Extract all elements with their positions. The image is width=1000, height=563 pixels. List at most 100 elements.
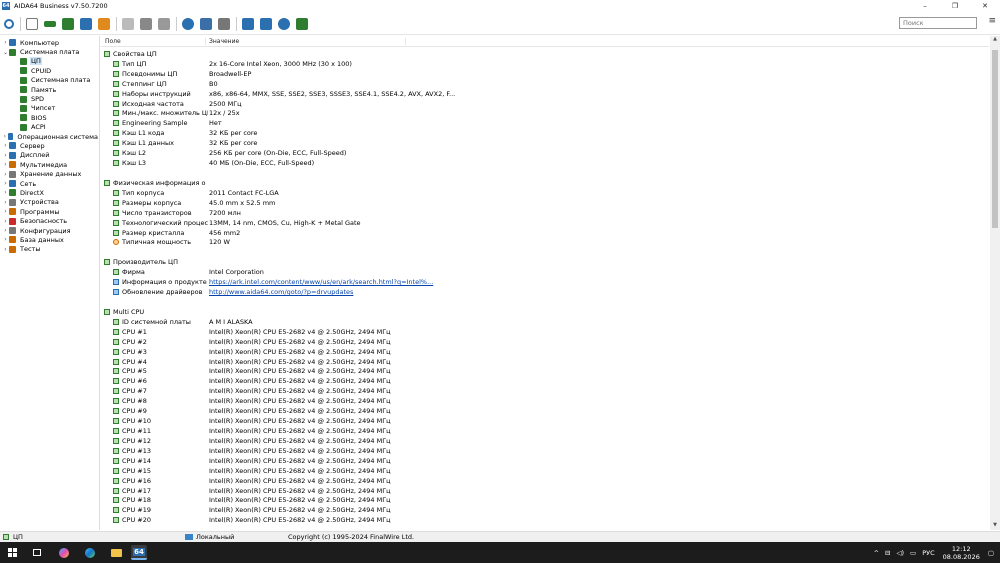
chevron-right-icon[interactable]: › [2, 142, 9, 149]
detail-row[interactable]: Кэш L2 256 КБ per core (On-Die, ECC, Full… [101, 148, 989, 158]
detail-row[interactable]: CPU #7 Intel(R) Xeon(R) CPU E5-2682 v4 @ … [101, 386, 989, 396]
notifications-icon[interactable]: ▢ [988, 549, 994, 557]
devices-icon[interactable] [80, 17, 92, 30]
monitor-icon[interactable] [242, 17, 254, 30]
update-arrow-icon[interactable] [260, 17, 272, 30]
tree-item[interactable]: CPUID [0, 66, 99, 75]
detail-row[interactable]: CPU #9 Intel(R) Xeon(R) CPU E5-2682 v4 @ … [101, 406, 989, 416]
tree-item[interactable]: › Компьютер [0, 38, 99, 47]
chevron-right-icon[interactable]: › [2, 208, 9, 215]
edge-button[interactable] [82, 545, 98, 560]
tree-item[interactable]: › Тесты [0, 245, 99, 254]
tree-item[interactable]: › Конфигурация [0, 226, 99, 235]
detail-row[interactable]: Обновление драйверов http://www.aida64.co… [101, 287, 989, 297]
detail-row[interactable]: Кэш L1 кода 32 КБ per core [101, 128, 989, 138]
detail-row[interactable]: CPU #18 Intel(R) Xeon(R) CPU E5-2682 v4 @… [101, 495, 989, 505]
tree-item[interactable]: › DirectX [0, 188, 99, 197]
detail-row[interactable]: Тип корпуса 2011 Contact FC-LGA [101, 188, 989, 198]
tree-item[interactable]: BIOS [0, 113, 99, 122]
column-value[interactable]: Значение [206, 37, 406, 45]
detail-row[interactable]: CPU #5 Intel(R) Xeon(R) CPU E5-2682 v4 @ … [101, 367, 989, 377]
detail-row[interactable]: CPU #1 Intel(R) Xeon(R) CPU E5-2682 v4 @ … [101, 327, 989, 337]
chevron-right-icon[interactable]: › [2, 152, 9, 159]
chevron-right-icon[interactable]: › [2, 161, 9, 168]
tree-item[interactable]: › Безопасность [0, 216, 99, 225]
tree-item[interactable]: › Операционная система [0, 132, 99, 141]
tree-item[interactable]: › База данных [0, 235, 99, 244]
detail-row[interactable]: Размеры корпуса 45.0 mm x 52.5 mm [101, 198, 989, 208]
detail-row[interactable]: CPU #15 Intel(R) Xeon(R) CPU E5-2682 v4 @… [101, 466, 989, 476]
network-tray-icon[interactable]: ⊟ [885, 549, 890, 557]
value-link[interactable]: https://ark.intel.com/content/www/us/en/… [208, 278, 433, 286]
menu-icon[interactable]: ≡ [988, 16, 996, 26]
cache-icon[interactable] [140, 17, 152, 30]
detail-row[interactable]: Тип ЦП 2x 16-Core Intel Xeon, 3000 MHz (3… [101, 59, 989, 69]
tree-item[interactable]: › Мультимедиа [0, 160, 99, 169]
chevron-right-icon[interactable]: › [2, 39, 9, 46]
section-header[interactable]: Свойства ЦП [101, 49, 989, 59]
network-globe-icon[interactable] [182, 17, 194, 30]
detail-row[interactable]: CPU #8 Intel(R) Xeon(R) CPU E5-2682 v4 @ … [101, 396, 989, 406]
detail-row[interactable]: CPU #12 Intel(R) Xeon(R) CPU E5-2682 v4 @… [101, 436, 989, 446]
detail-row[interactable]: Кэш L1 данных 32 КБ per core [101, 138, 989, 148]
detail-row[interactable]: Engineering Sample Нет [101, 118, 989, 128]
detail-row[interactable]: Псевдонимы ЦП Broadwell-EP [101, 69, 989, 79]
vertical-scrollbar[interactable]: ▲ ▼ [990, 36, 1000, 530]
detail-row[interactable]: ID системной платы A M I ALASKA [101, 317, 989, 327]
chevron-right-icon[interactable]: › [2, 171, 9, 178]
detail-row[interactable]: Наборы инструкций x86, x86-64, MMX, SSE, … [101, 89, 989, 99]
tools-icon[interactable] [98, 17, 110, 30]
sensor-icon[interactable] [218, 17, 230, 30]
detail-row[interactable]: CPU #3 Intel(R) Xeon(R) CPU E5-2682 v4 @ … [101, 347, 989, 357]
report-icon[interactable] [26, 17, 38, 30]
close-button[interactable]: ✕ [970, 0, 1000, 12]
column-field[interactable]: Поле [101, 37, 206, 45]
aida64-taskbar-button[interactable]: 64 [131, 545, 147, 560]
tree-item[interactable]: › Сервер [0, 141, 99, 150]
chevron-right-icon[interactable]: › [2, 180, 9, 187]
volume-tray-icon[interactable]: ◁) [897, 549, 905, 557]
tree-item[interactable]: › Дисплей [0, 151, 99, 160]
network-icon[interactable] [296, 17, 308, 30]
detail-row[interactable]: Исходная частота 2500 МГц [101, 99, 989, 109]
detail-row[interactable]: CPU #16 Intel(R) Xeon(R) CPU E5-2682 v4 @… [101, 476, 989, 486]
cpu-chip-icon[interactable] [44, 20, 56, 27]
tray-overflow-icon[interactable]: ^ [874, 549, 879, 557]
detail-row[interactable]: CPU #2 Intel(R) Xeon(R) CPU E5-2682 v4 @ … [101, 337, 989, 347]
copilot-button[interactable] [56, 545, 72, 560]
language-indicator[interactable]: РУС [922, 549, 934, 557]
tree-item[interactable]: ⌄ Системная плата [0, 47, 99, 56]
memory-icon[interactable] [122, 17, 134, 30]
detail-row[interactable]: Размер кристалла 456 mm2 [101, 228, 989, 238]
detail-row[interactable]: CPU #14 Intel(R) Xeon(R) CPU E5-2682 v4 @… [101, 456, 989, 466]
search-input[interactable] [899, 17, 977, 29]
tree-item[interactable]: › Сеть [0, 179, 99, 188]
detail-row[interactable]: Типичная мощность 120 W [101, 238, 989, 248]
tree-item[interactable]: ACPI [0, 123, 99, 132]
tree-item[interactable]: Чипсет [0, 104, 99, 113]
detail-row[interactable]: Степпинг ЦП B0 [101, 79, 989, 89]
detail-row[interactable]: CPU #10 Intel(R) Xeon(R) CPU E5-2682 v4 @… [101, 416, 989, 426]
tree-item[interactable]: ЦП [0, 57, 99, 66]
chevron-right-icon[interactable]: › [2, 133, 8, 140]
database-icon[interactable] [200, 17, 212, 30]
task-view-button[interactable] [29, 545, 45, 560]
motherboard-icon[interactable] [62, 17, 74, 30]
detail-row[interactable]: Кэш L3 40 МБ (On-Die, ECC, Full-Speed) [101, 158, 989, 168]
start-button[interactable] [5, 545, 20, 560]
chevron-right-icon[interactable]: › [2, 199, 9, 206]
detail-row[interactable]: Мин./макс. множитель ЦП 12x / 25x [101, 109, 989, 119]
refresh-icon[interactable] [4, 18, 14, 29]
scroll-up-icon[interactable]: ▲ [990, 36, 1000, 44]
chevron-right-icon[interactable]: › [2, 246, 9, 253]
file-explorer-button[interactable] [108, 545, 124, 560]
detail-row[interactable]: CPU #11 Intel(R) Xeon(R) CPU E5-2682 v4 @… [101, 426, 989, 436]
tree-item[interactable]: Системная плата [0, 76, 99, 85]
tree-item[interactable]: SPD [0, 94, 99, 103]
chevron-right-icon[interactable]: › [2, 189, 9, 196]
section-header[interactable]: Multi CPU [101, 307, 989, 317]
detail-row[interactable]: CPU #6 Intel(R) Xeon(R) CPU E5-2682 v4 @ … [101, 376, 989, 386]
section-header[interactable]: Физическая информация о ЦП [101, 178, 989, 188]
clock[interactable]: 12:12 08.08.2026 [943, 545, 980, 561]
tree-item[interactable]: Память [0, 85, 99, 94]
